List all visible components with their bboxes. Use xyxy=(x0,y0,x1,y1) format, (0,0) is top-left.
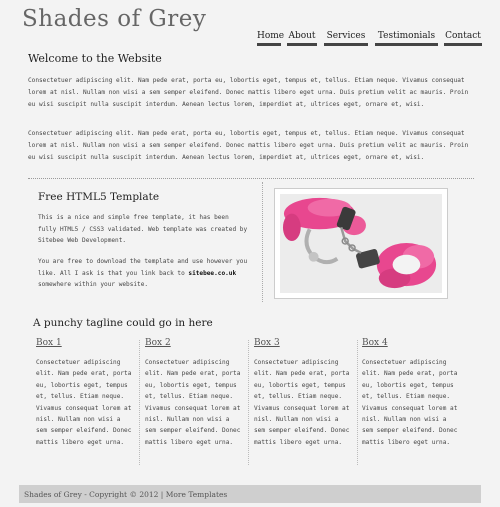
box-3: Box 3 Consectetuer adipiscing elit. Nam … xyxy=(254,338,352,448)
tagline-heading: A punchy tagline could go in here xyxy=(33,317,213,329)
box-separator xyxy=(248,340,249,465)
welcome-paragraph-2: Consectetuer adipiscing elit. Nam pede e… xyxy=(28,130,469,161)
page: Shades of Grey Home About Services Testi… xyxy=(0,0,500,507)
welcome-heading: Welcome to the Website xyxy=(28,52,162,65)
main-nav: Home About Services Testimonials Contact xyxy=(0,31,500,47)
box-4: Box 4 Consectetuer adipiscing elit. Nam … xyxy=(362,338,460,448)
nav-testimonials[interactable]: Testimonials xyxy=(375,31,438,46)
box-4-text: Consectetuer adipiscing elit. Nam pede e… xyxy=(362,359,458,446)
handcuffs-photo xyxy=(280,194,442,293)
box-separator xyxy=(139,340,140,465)
box-1: Box 1 Consectetuer adipiscing elit. Nam … xyxy=(36,338,134,448)
box-2: Box 2 Consectetuer adipiscing elit. Nam … xyxy=(145,338,243,448)
footer-text[interactable]: Shades of Grey - Copyright © 2012 | More… xyxy=(24,490,227,499)
box-2-text: Consectetuer adipiscing elit. Nam pede e… xyxy=(145,359,241,446)
section-divider xyxy=(28,178,474,179)
template-text-2-end: somewhere within your website. xyxy=(38,281,149,288)
nav-home[interactable]: Home xyxy=(257,31,284,46)
column-separator xyxy=(262,182,263,302)
box-3-title[interactable]: Box 3 xyxy=(254,338,352,348)
template-text-2: You are free to download the template an… xyxy=(38,256,248,291)
sitebee-link[interactable]: sitebee.co.uk xyxy=(188,270,236,277)
site-title[interactable]: Shades of Grey xyxy=(22,6,206,32)
box-1-title[interactable]: Box 1 xyxy=(36,338,134,348)
hero-image xyxy=(274,188,448,299)
nav-contact[interactable]: Contact xyxy=(444,31,482,46)
box-2-title[interactable]: Box 2 xyxy=(145,338,243,348)
nav-about[interactable]: About xyxy=(287,31,317,46)
template-heading: Free HTML5 Template xyxy=(38,191,160,203)
box-4-title[interactable]: Box 4 xyxy=(362,338,460,348)
footer: Shades of Grey - Copyright © 2012 | More… xyxy=(19,485,481,503)
box-1-text: Consectetuer adipiscing elit. Nam pede e… xyxy=(36,359,132,446)
template-text-1: This is a nice and simple free template,… xyxy=(38,214,248,244)
box-3-text: Consectetuer adipiscing elit. Nam pede e… xyxy=(254,359,350,446)
nav-services[interactable]: Services xyxy=(324,31,368,46)
welcome-paragraph-1: Consectetuer adipiscing elit. Nam pede e… xyxy=(28,77,469,108)
box-separator xyxy=(357,340,358,465)
